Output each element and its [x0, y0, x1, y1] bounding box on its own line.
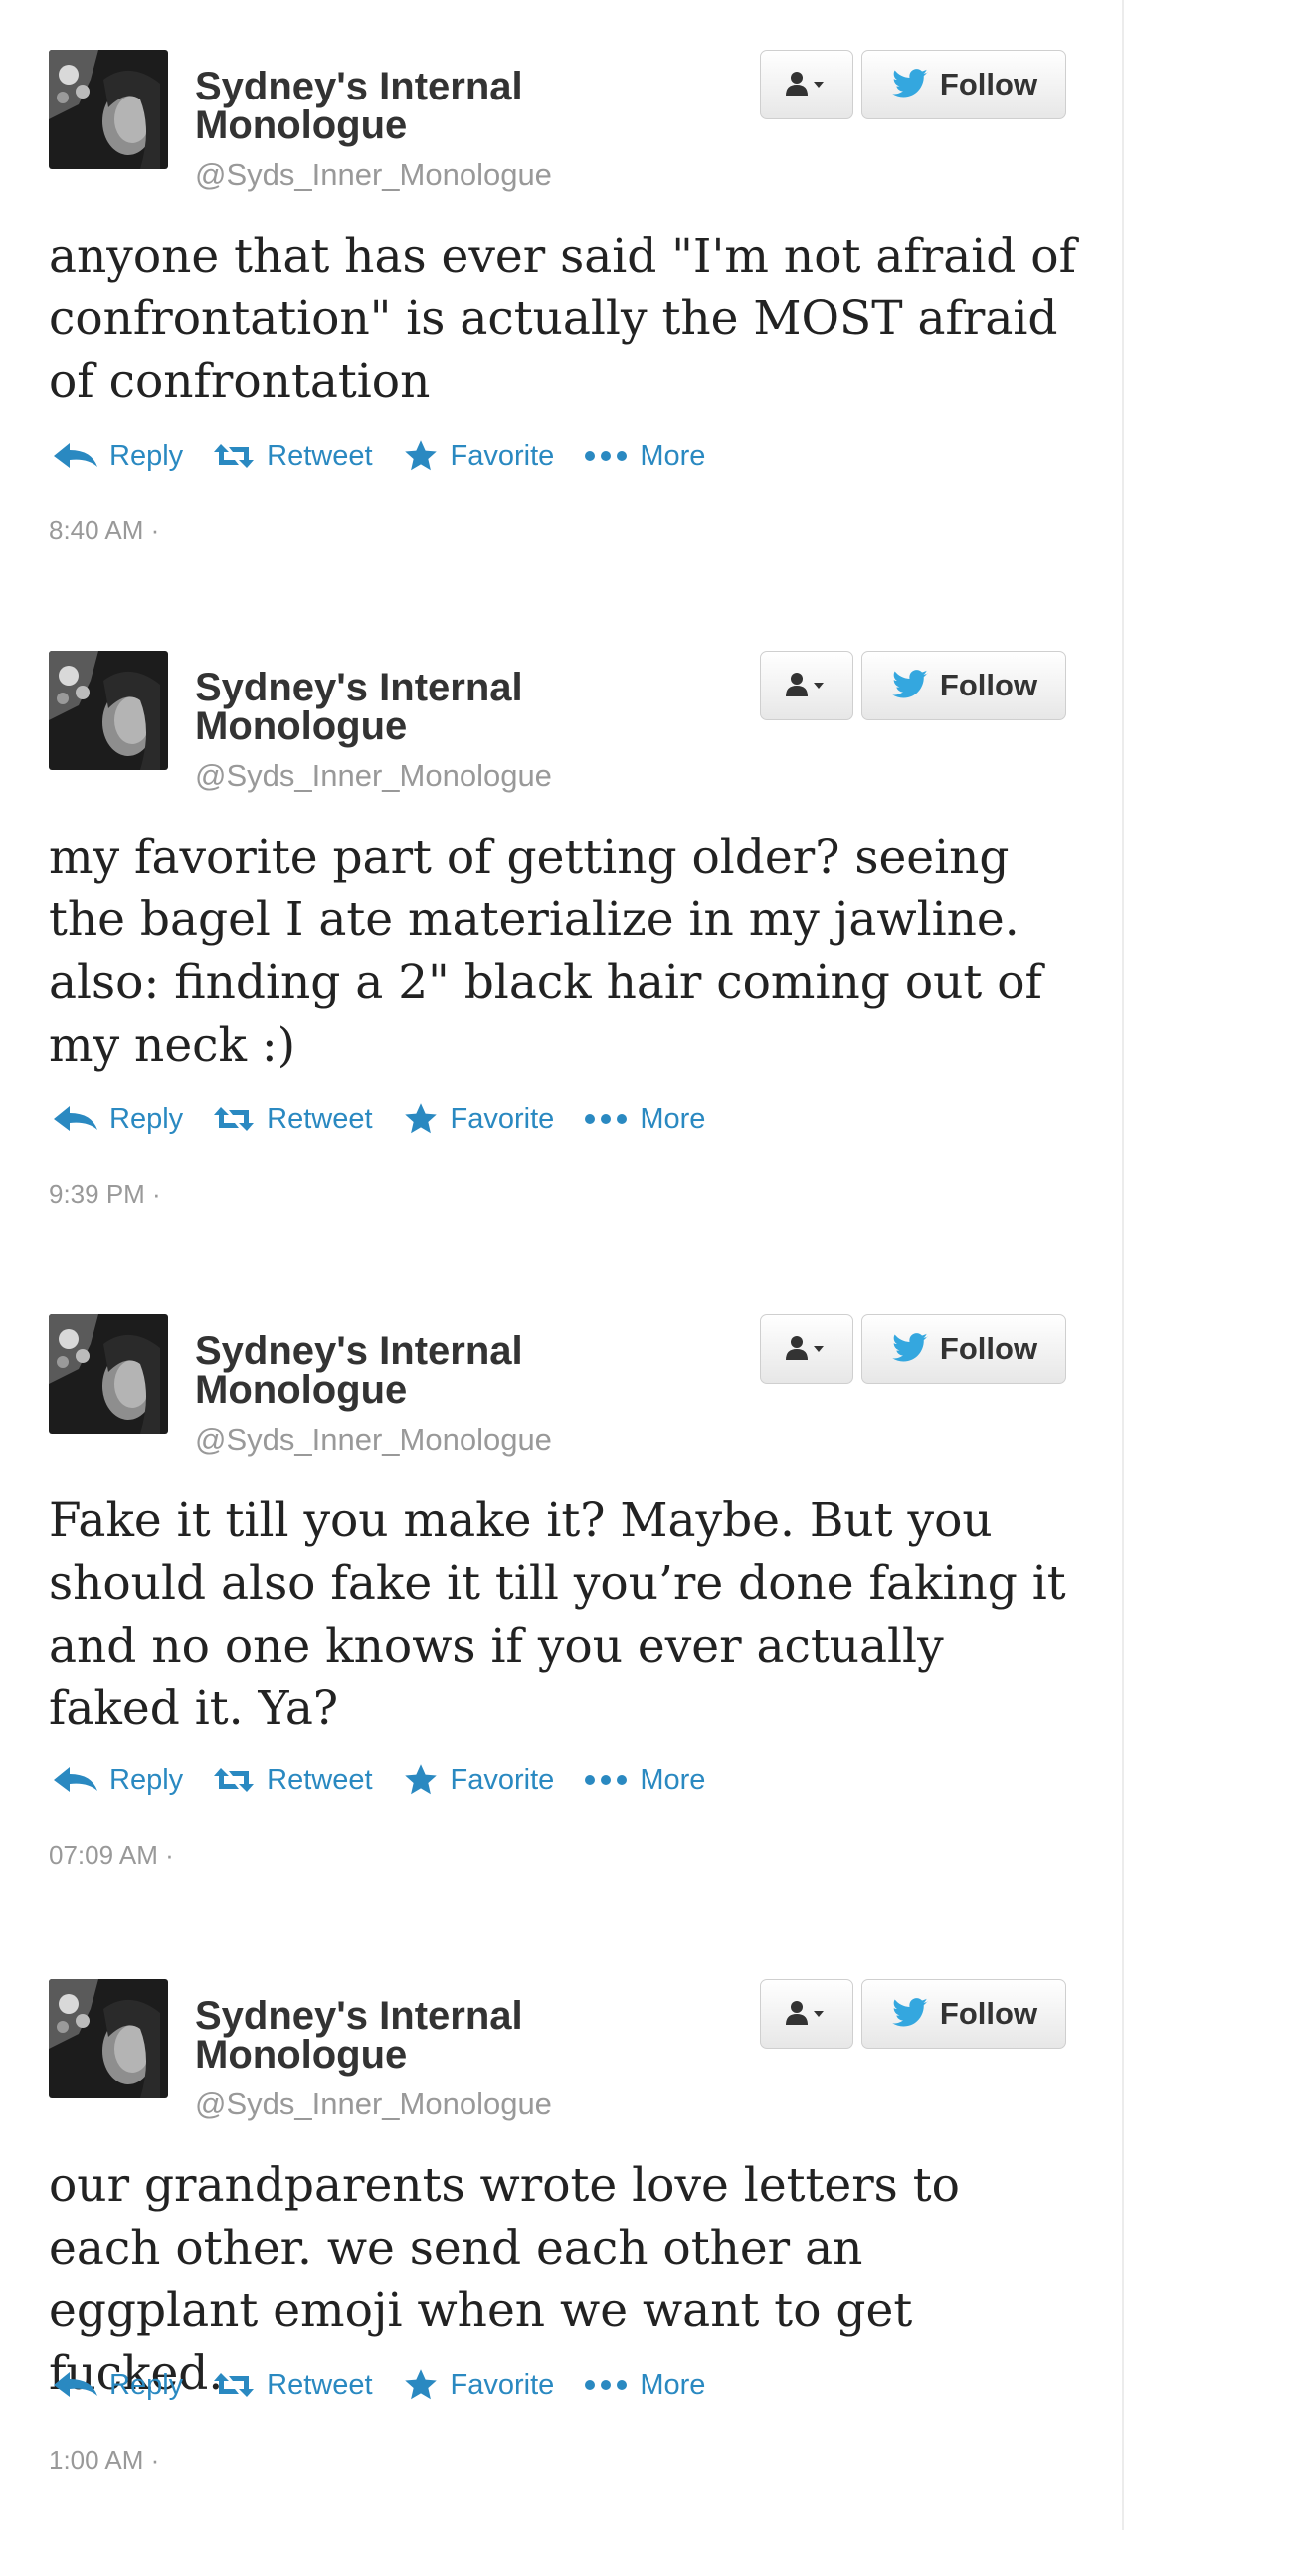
follow-label: Follow	[939, 1331, 1038, 1366]
twitter-bird-icon	[892, 1998, 928, 2027]
reply-action[interactable]: Reply	[52, 2369, 183, 2402]
follow-label: Follow	[939, 668, 1038, 702]
tweet-card: Sydney's Internal Monologue @Syds_Inner_…	[0, 1265, 1114, 1911]
follow-button[interactable]: Follow	[861, 1979, 1066, 2049]
user-handle[interactable]: @Syds_Inner_Monologue	[195, 1422, 552, 1458]
reply-icon	[54, 1767, 97, 1792]
user-actions-dropdown[interactable]	[760, 50, 853, 119]
favorite-label: Favorite	[450, 439, 555, 472]
favorite-action[interactable]: Favorite	[401, 1101, 555, 1137]
avatar[interactable]	[49, 50, 168, 169]
more-action[interactable]: More	[582, 440, 705, 473]
user-handle[interactable]: @Syds_Inner_Monologue	[195, 758, 552, 794]
tweet-timestamp[interactable]: 07:09 AM ·	[49, 1840, 174, 1871]
favorite-action[interactable]: Favorite	[401, 438, 555, 474]
more-dots-icon	[585, 451, 628, 461]
retweet-label: Retweet	[267, 1763, 373, 1796]
star-icon	[404, 1764, 437, 1795]
tweet-timestamp[interactable]: 1:00 AM ·	[49, 2445, 159, 2476]
follow-label: Follow	[939, 1996, 1038, 2031]
favorite-label: Favorite	[450, 1763, 555, 1796]
avatar[interactable]	[49, 651, 168, 770]
reply-icon	[54, 2372, 97, 2397]
retweet-icon	[214, 444, 255, 468]
reply-label: Reply	[109, 2368, 184, 2401]
follow-label: Follow	[939, 67, 1038, 101]
user-actions-dropdown[interactable]	[760, 651, 853, 720]
reply-icon	[54, 1106, 97, 1131]
tweet-card: Sydney's Internal Monologue @Syds_Inner_…	[0, 601, 1114, 1248]
user-handle[interactable]: @Syds_Inner_Monologue	[195, 2086, 552, 2122]
display-name[interactable]: Sydney's Internal Monologue	[195, 668, 593, 746]
reply-action[interactable]: Reply	[52, 1103, 183, 1136]
follow-button[interactable]: Follow	[861, 651, 1066, 720]
star-icon	[404, 2369, 437, 2400]
more-action[interactable]: More	[582, 2369, 705, 2402]
display-name[interactable]: Sydney's Internal Monologue	[195, 67, 593, 145]
retweet-label: Retweet	[267, 1102, 373, 1135]
twitter-bird-icon	[892, 69, 928, 98]
avatar[interactable]	[49, 1979, 168, 2098]
retweet-action[interactable]: Retweet	[211, 1763, 373, 1797]
tweet-text: anyone that has ever said "I'm not afrai…	[49, 229, 1076, 409]
right-divider	[1122, 0, 1124, 2530]
tweet-actions: Reply Retweet Favorite More	[52, 1762, 733, 1798]
retweet-label: Retweet	[267, 439, 373, 472]
tweet-actions: Reply Retweet Favorite More	[52, 1101, 733, 1137]
favorite-action[interactable]: Favorite	[401, 1762, 555, 1798]
reply-label: Reply	[109, 439, 184, 472]
retweet-icon	[214, 2373, 255, 2397]
retweet-action[interactable]: Retweet	[211, 2368, 373, 2402]
user-dropdown-icon	[786, 72, 824, 96]
more-action[interactable]: More	[582, 1103, 705, 1136]
more-label: More	[640, 2368, 706, 2401]
more-dots-icon	[585, 1114, 628, 1124]
tweet-text: Fake it till you make it? Maybe. But you…	[49, 1493, 1066, 1736]
tweet-actions: Reply Retweet Favorite More	[52, 438, 733, 474]
user-dropdown-icon	[786, 673, 824, 696]
favorite-action[interactable]: Favorite	[401, 2367, 555, 2403]
retweet-label: Retweet	[267, 2368, 373, 2401]
user-dropdown-icon	[786, 2001, 824, 2025]
user-actions-dropdown[interactable]	[760, 1979, 853, 2049]
retweet-action[interactable]: Retweet	[211, 1102, 373, 1136]
tweet-text: my favorite part of getting older? seein…	[49, 830, 1042, 1073]
tweet-card: Sydney's Internal Monologue @Syds_Inner_…	[0, 1929, 1114, 2576]
tweet-timestamp[interactable]: 9:39 PM ·	[49, 1179, 161, 1210]
tweet-card: Sydney's Internal Monologue @Syds_Inner_…	[0, 0, 1114, 647]
user-actions-dropdown[interactable]	[760, 1314, 853, 1384]
retweet-icon	[214, 1107, 255, 1131]
follow-button[interactable]: Follow	[861, 50, 1066, 119]
tweet-timestamp[interactable]: 8:40 AM ·	[49, 515, 159, 546]
tweet-actions: Reply Retweet Favorite More	[52, 2367, 733, 2403]
favorite-label: Favorite	[450, 1102, 555, 1135]
retweet-action[interactable]: Retweet	[211, 439, 373, 473]
more-action[interactable]: More	[582, 1764, 705, 1797]
favorite-label: Favorite	[450, 2368, 555, 2401]
display-name[interactable]: Sydney's Internal Monologue	[195, 1996, 593, 2075]
reply-label: Reply	[109, 1102, 184, 1135]
retweet-icon	[214, 1768, 255, 1792]
reply-label: Reply	[109, 1763, 184, 1796]
star-icon	[404, 440, 437, 471]
follow-button[interactable]: Follow	[861, 1314, 1066, 1384]
twitter-bird-icon	[892, 1333, 928, 1362]
user-handle[interactable]: @Syds_Inner_Monologue	[195, 157, 552, 193]
reply-action[interactable]: Reply	[52, 440, 183, 473]
more-label: More	[640, 1102, 706, 1135]
avatar[interactable]	[49, 1314, 168, 1434]
more-label: More	[640, 439, 706, 472]
twitter-bird-icon	[892, 670, 928, 698]
reply-icon	[54, 443, 97, 468]
more-label: More	[640, 1763, 706, 1796]
more-dots-icon	[585, 2380, 628, 2390]
user-dropdown-icon	[786, 1336, 824, 1360]
reply-action[interactable]: Reply	[52, 1764, 183, 1797]
display-name[interactable]: Sydney's Internal Monologue	[195, 1331, 593, 1410]
star-icon	[404, 1103, 437, 1134]
more-dots-icon	[585, 1775, 628, 1785]
